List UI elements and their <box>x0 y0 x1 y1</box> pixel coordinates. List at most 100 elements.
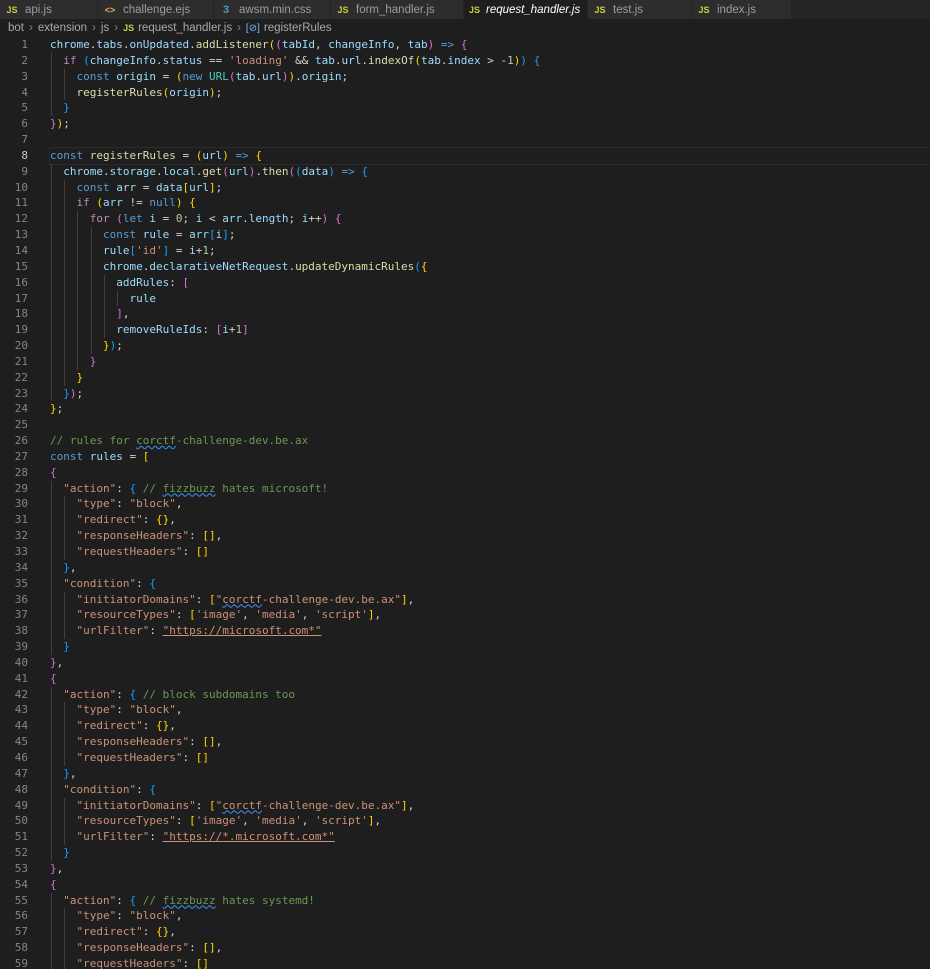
code-line[interactable]: { <box>50 671 930 687</box>
code-line[interactable]: "requestHeaders": [] <box>50 955 930 969</box>
code-line[interactable]: } <box>50 845 930 861</box>
breadcrumb-item-symbol[interactable]: registerRules <box>264 22 332 34</box>
js-file-icon: JS <box>123 23 135 33</box>
code-editor[interactable]: 1 2 3 4 5 6 7 8 9 10 11 12 13 14 15 16 17 18 19 20 21 22 23 24 2… <box>0 37 930 969</box>
tab-index-js[interactable]: JS index.js <box>692 0 792 19</box>
line-number: 25 <box>14 418 28 432</box>
code-line[interactable]: "initiatorDomains": ["corctf-challenge-d… <box>50 591 930 608</box>
code-line[interactable]: if (arr != null) { <box>50 195 930 212</box>
indent-guide <box>51 258 52 275</box>
code-line[interactable]: "resourceTypes": ['image', 'media', 'scr… <box>50 607 930 624</box>
indent-guide <box>51 369 52 386</box>
code-line[interactable]: }, <box>50 559 930 576</box>
code-line[interactable]: "redirect": {}, <box>50 512 930 529</box>
code-line[interactable]: "redirect": {}, <box>50 924 930 941</box>
code-line[interactable]: "type": "block", <box>50 702 930 719</box>
tab-awsm-min-css[interactable]: 3 awsm.min.css <box>214 0 331 19</box>
code-line[interactable]: "action": { // block subdomains too <box>50 686 930 703</box>
indent-guide <box>103 290 105 307</box>
code-line[interactable]: const rules = [ <box>50 449 930 465</box>
code-line[interactable]: { <box>50 877 930 893</box>
code-line[interactable]: } <box>50 353 930 370</box>
code-line[interactable]: const rule = arr[i]; <box>50 227 930 243</box>
code-line[interactable]: chrome.declarativeNetRequest.updateDynam… <box>50 258 930 275</box>
line-number: 21 <box>14 354 28 368</box>
indent-guide <box>51 591 52 608</box>
line-number: 29 <box>14 481 28 495</box>
indent-guide <box>77 322 79 339</box>
code-line[interactable]: const arr = data[url]; <box>50 179 930 196</box>
code-line[interactable]: chrome.storage.local.get(url).then((data… <box>50 163 930 180</box>
indent-guide <box>90 258 92 275</box>
code-line[interactable]: registerRules(origin); <box>50 84 930 101</box>
tab-request-handler-js[interactable]: JSrequest_handler.js✕ <box>464 0 601 19</box>
code-line[interactable]: const registerRules = (url) => { <box>49 146 930 165</box>
indent-guide <box>51 955 52 969</box>
indent-guide <box>51 639 52 655</box>
code-line[interactable]: "condition": { <box>50 575 930 592</box>
code-line[interactable]: chrome.tabs.onUpdated.addListener((tabId… <box>50 37 930 53</box>
code-line[interactable]: }); <box>50 116 930 132</box>
code-line[interactable] <box>50 132 930 148</box>
code-line[interactable]: "redirect": {}, <box>50 718 930 735</box>
indent-guide <box>51 512 52 529</box>
code-line[interactable]: "initiatorDomains": ["corctf-challenge-d… <box>50 797 930 814</box>
code-line[interactable]: }; <box>50 401 930 417</box>
code-area[interactable]: chrome.tabs.onUpdated.addListener((tabId… <box>49 37 930 969</box>
code-line[interactable]: }); <box>50 338 930 354</box>
code-line[interactable]: "type": "block", <box>50 908 930 925</box>
code-line[interactable] <box>50 417 930 433</box>
code-line[interactable]: if (changeInfo.status == 'loading' && ta… <box>50 52 930 69</box>
code-text: if (arr != null) { <box>76 196 196 210</box>
code-line[interactable]: }, <box>50 765 930 782</box>
code-line[interactable]: }, <box>50 861 930 877</box>
code-line[interactable]: for (let i = 0; i < arr.length; i++) { <box>50 211 930 228</box>
line-number: 1 <box>21 38 28 51</box>
code-line[interactable]: // rules for corctf-challenge-dev.be.ax <box>50 433 930 449</box>
code-line[interactable]: rule <box>50 290 930 307</box>
line-number: 20 <box>14 339 28 353</box>
code-text: removeRuleIds: [i+1] <box>116 323 249 337</box>
code-line[interactable]: "action": { // fizzbuzz hates systemd! <box>50 892 930 909</box>
code-line[interactable]: "type": "block", <box>50 496 930 513</box>
line-number: 28 <box>14 465 28 479</box>
tab-api-js[interactable]: JS api.js <box>0 0 98 19</box>
code-line[interactable]: addRules: [ <box>50 274 930 291</box>
code-line[interactable]: }, <box>50 655 930 671</box>
code-line[interactable]: "responseHeaders": [], <box>50 528 930 544</box>
code-line[interactable]: const origin = (new URL(tab.url)).origin… <box>50 68 930 85</box>
breadcrumb-item-js[interactable]: js <box>101 22 109 34</box>
code-line[interactable]: "responseHeaders": [], <box>50 940 930 956</box>
code-line[interactable]: "urlFilter": "https://microsoft.com*" <box>50 623 930 640</box>
indent-guide <box>51 607 52 624</box>
indent-guide <box>77 353 79 370</box>
code-line[interactable]: "condition": { <box>50 781 930 798</box>
code-line[interactable]: removeRuleIds: [i+1] <box>50 322 930 339</box>
code-line[interactable]: rule['id'] = i+1; <box>50 242 930 259</box>
line-number: 35 <box>14 576 28 590</box>
code-text: "resourceTypes": ['image', 'media', 'scr… <box>76 608 382 622</box>
code-line[interactable]: "resourceTypes": ['image', 'media', 'scr… <box>50 813 930 830</box>
breadcrumb-item-bot[interactable]: bot <box>8 22 24 34</box>
code-line[interactable]: { <box>50 465 930 481</box>
breadcrumb-item-extension[interactable]: extension <box>38 22 87 34</box>
line-number: 34 <box>14 560 28 574</box>
code-line[interactable]: } <box>50 369 930 386</box>
line-number: 24 <box>14 402 28 416</box>
tab-form-handler-js[interactable]: JS form_handler.js <box>331 0 464 19</box>
code-line[interactable]: } <box>50 639 930 655</box>
code-text: chrome.storage.local.get(url).then((data… <box>63 164 368 178</box>
code-line[interactable]: "requestHeaders": [] <box>50 544 930 560</box>
indent-guide <box>51 338 52 354</box>
code-line[interactable]: ], <box>50 306 930 323</box>
code-line[interactable]: }); <box>50 385 930 402</box>
code-line[interactable]: } <box>50 100 930 117</box>
breadcrumb-item-file[interactable]: request_handler.js <box>138 22 232 34</box>
code-line[interactable]: "requestHeaders": [] <box>50 749 930 766</box>
line-number: 15 <box>14 259 28 273</box>
code-line[interactable]: "urlFilter": "https://*.microsoft.com*" <box>50 829 930 846</box>
tab-challenge-ejs[interactable]: <> challenge.ejs <box>98 0 214 19</box>
code-line[interactable]: "action": { // fizzbuzz hates microsoft! <box>50 480 930 497</box>
code-line[interactable]: "responseHeaders": [], <box>50 734 930 750</box>
tab-test-js[interactable]: JS test.js <box>588 0 692 19</box>
